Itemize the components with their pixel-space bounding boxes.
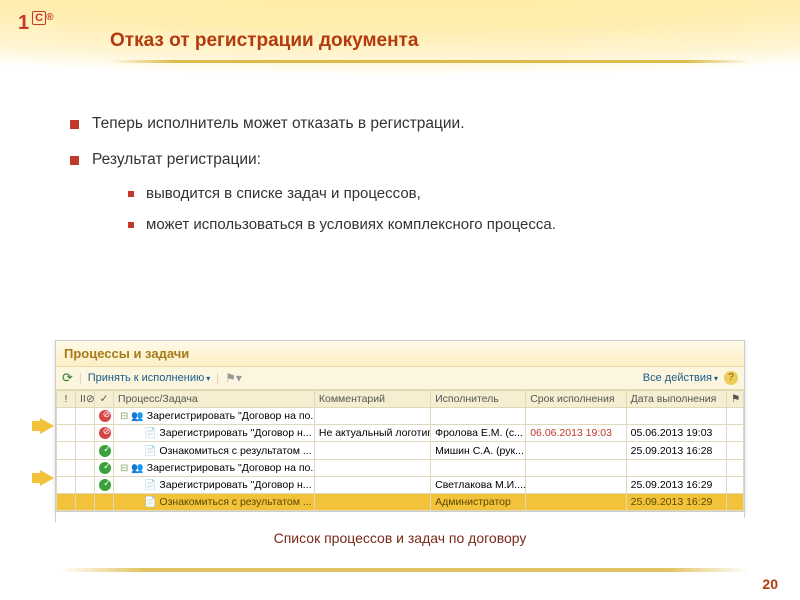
sub-bullet-2: может использоваться в условиях комплекс…	[128, 216, 760, 233]
table-row[interactable]: 📄 Ознакомиться с результатом ...Мишин С.…	[57, 442, 744, 459]
col-flag[interactable]: ⚑	[727, 391, 744, 408]
toolbar: ⟳ | Принять к исполнению▾ | ⚑▾ Все дейст…	[56, 367, 744, 390]
screenshot-panel: Процессы и задачи ⟳ | Принять к исполнен…	[55, 340, 745, 526]
logo-1c: 1C®	[18, 12, 53, 35]
callout-arrow-icon	[40, 470, 54, 486]
refresh-icon[interactable]: ⟳	[62, 370, 73, 386]
help-icon[interactable]: ?	[724, 371, 738, 385]
col-task[interactable]: Процесс/Задача	[114, 391, 315, 408]
slide-title: Отказ от регистрации документа	[110, 30, 418, 52]
table-row[interactable]: ⊟ 👥 Зарегистрировать "Договор на по...	[57, 408, 744, 425]
table-row[interactable]: 📄 Зарегистрировать "Договор н...Светлако…	[57, 476, 744, 493]
title-underline	[110, 60, 750, 63]
callout-arrow-icon	[40, 418, 54, 434]
toolbar-sep: |	[79, 372, 82, 384]
col-executor[interactable]: Исполнитель	[431, 391, 526, 408]
bullet-1: Теперь исполнитель может отказать в реги…	[70, 115, 760, 133]
col-done[interactable]: Дата выполнения	[626, 391, 726, 408]
all-actions-button[interactable]: Все действия▾	[643, 372, 718, 384]
table-row[interactable]: 📄 Зарегистрировать "Договор н...Не актуа…	[57, 425, 744, 442]
screenshot-caption: Список процессов и задач по договору	[0, 530, 800, 546]
accept-button[interactable]: Принять к исполнению▾	[88, 372, 210, 384]
col-importance[interactable]: !	[57, 391, 76, 408]
col-status[interactable]: ✓	[95, 391, 114, 408]
col-deadline[interactable]: Срок исполнения	[526, 391, 626, 408]
col-comment[interactable]: Комментарий	[314, 391, 430, 408]
flag-icon[interactable]: ⚑▾	[225, 371, 242, 385]
table-row[interactable]: 📄 Ознакомиться с результатом ...Админист…	[57, 494, 744, 511]
footer-separator	[60, 568, 750, 572]
page-number: 20	[762, 576, 778, 592]
panel-title: Процессы и задачи	[56, 341, 744, 367]
torn-edge	[55, 512, 745, 526]
bullet-2: Результат регистрации: выводится в списк…	[70, 151, 760, 233]
col-pause[interactable]: II⊘	[76, 391, 95, 408]
tasks-table: ! II⊘ ✓ Процесс/Задача Комментарий Испол…	[56, 390, 744, 511]
bullet-2-text: Результат регистрации:	[92, 151, 261, 168]
content-area: Теперь исполнитель может отказать в реги…	[60, 115, 760, 251]
table-row[interactable]: ⊟ 👥 Зарегистрировать "Договор на по...	[57, 459, 744, 476]
table-header-row: ! II⊘ ✓ Процесс/Задача Комментарий Испол…	[57, 391, 744, 408]
toolbar-sep-2: |	[216, 372, 219, 384]
sub-bullet-1: выводится в списке задач и процессов,	[128, 185, 760, 202]
